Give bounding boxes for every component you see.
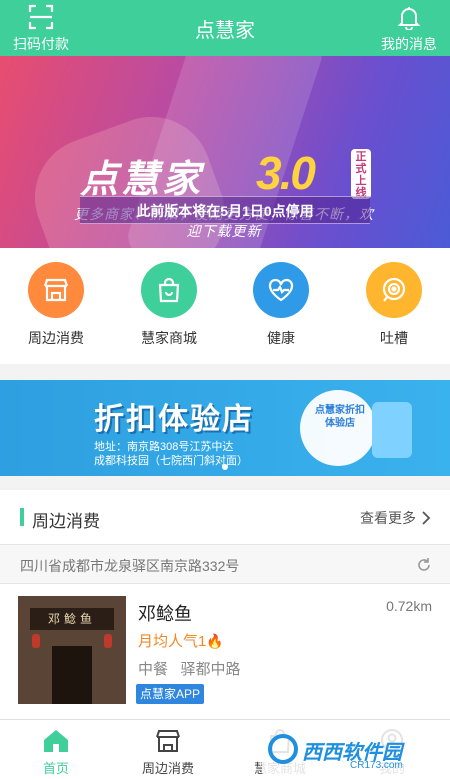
shop-category: 中餐 驿都中路 bbox=[138, 658, 241, 679]
shop-distance: 0.72km bbox=[386, 598, 432, 614]
refresh-icon bbox=[418, 558, 430, 571]
quick-nav-mall[interactable]: 慧家商城 bbox=[124, 262, 214, 348]
promo-banner[interactable]: 折扣体验店 地址：南京路308号江苏中达 成都科技园（七院西门斜对面） 点慧家折… bbox=[0, 380, 450, 476]
tab-label: 周边消费 bbox=[141, 761, 194, 776]
shop-popularity: 月均人气1🔥 bbox=[138, 630, 224, 651]
watermark-logo-icon bbox=[268, 734, 298, 764]
shop-name: 邓鲶鱼 bbox=[138, 604, 192, 624]
messages-button[interactable]: 我的消息 bbox=[376, 4, 442, 54]
flame-icon: 🔥 bbox=[206, 633, 224, 649]
lantern-graphic bbox=[32, 634, 40, 648]
see-more-link[interactable]: 查看更多 bbox=[360, 508, 432, 528]
heart-pulse-icon bbox=[253, 262, 309, 318]
shop-photo-sign: 邓鲶鱼 bbox=[30, 608, 114, 630]
carousel-indicator bbox=[222, 464, 228, 470]
promo-title: 折扣体验店 bbox=[94, 403, 254, 436]
quick-nav-nearby[interactable]: 周边消费 bbox=[11, 262, 101, 348]
section-header: 周边消费 查看更多 bbox=[0, 490, 450, 544]
banner-version: 3.0 bbox=[256, 147, 316, 199]
lantern-graphic bbox=[104, 634, 112, 648]
messages-label: 我的消息 bbox=[381, 36, 437, 52]
shop-photo: 邓鲶鱼 bbox=[18, 596, 126, 704]
tab-label: 首页 bbox=[42, 761, 69, 776]
quick-nav-label: 周边消费 bbox=[28, 330, 84, 346]
quick-nav-health[interactable]: 健康 bbox=[236, 262, 326, 348]
store-icon bbox=[156, 730, 180, 752]
site-watermark: 西西软件园 CR173.com bbox=[262, 726, 450, 778]
quick-nav: 周边消费 慧家商城 健康 吐槽 bbox=[0, 248, 450, 364]
shop-area: 驿都中路 bbox=[180, 661, 241, 678]
chevron-right-icon bbox=[422, 511, 431, 525]
home-icon bbox=[44, 730, 68, 752]
tab-home[interactable]: 首页 bbox=[0, 728, 112, 777]
banner-notice: 此前版本将在5月1日0点停用 bbox=[80, 196, 370, 224]
section-accent-bar bbox=[20, 508, 24, 526]
promo-phone-graphic bbox=[372, 402, 412, 458]
quick-nav-label: 健康 bbox=[267, 330, 295, 346]
popularity-text: 月均人气1 bbox=[138, 633, 207, 650]
location-bar: 四川省成都市龙泉驿区南京路332号 bbox=[0, 544, 450, 584]
shop-door-graphic bbox=[52, 646, 92, 704]
promo-address-line1: 地址：南京路308号江苏中达 bbox=[94, 441, 234, 453]
store-icon bbox=[28, 262, 84, 318]
app-badge: 点慧家APP bbox=[136, 684, 205, 704]
current-address: 四川省成都市龙泉驿区南京路332号 bbox=[20, 558, 240, 574]
quick-nav-feedback[interactable]: 吐槽 bbox=[349, 262, 439, 348]
shop-list-item[interactable]: 邓鲶鱼 邓鲶鱼 0.72km 月均人气1🔥 中餐 驿都中路 点慧家APP bbox=[0, 590, 450, 710]
shop-category-label: 中餐 bbox=[138, 661, 169, 678]
see-more-label: 查看更多 bbox=[360, 510, 416, 526]
feedback-icon bbox=[366, 262, 422, 318]
banner-headline: 点慧家 bbox=[80, 159, 204, 201]
top-header: 扫码付款 点慧家 我的消息 bbox=[0, 0, 450, 56]
section-title: 周边消费 bbox=[32, 512, 100, 531]
shopping-bag-icon bbox=[141, 262, 197, 318]
tab-nearby[interactable]: 周边消费 bbox=[112, 728, 224, 777]
quick-nav-label: 吐槽 bbox=[380, 330, 408, 346]
watermark-sub: CR173.com bbox=[350, 760, 403, 771]
quick-nav-label: 慧家商城 bbox=[141, 330, 197, 346]
promo-badge-text: 点慧家折扣体验店 bbox=[315, 405, 365, 429]
refresh-location-button[interactable] bbox=[416, 557, 432, 578]
bell-icon bbox=[397, 7, 421, 30]
banner-launch-tag: 正式上线 bbox=[351, 149, 371, 199]
